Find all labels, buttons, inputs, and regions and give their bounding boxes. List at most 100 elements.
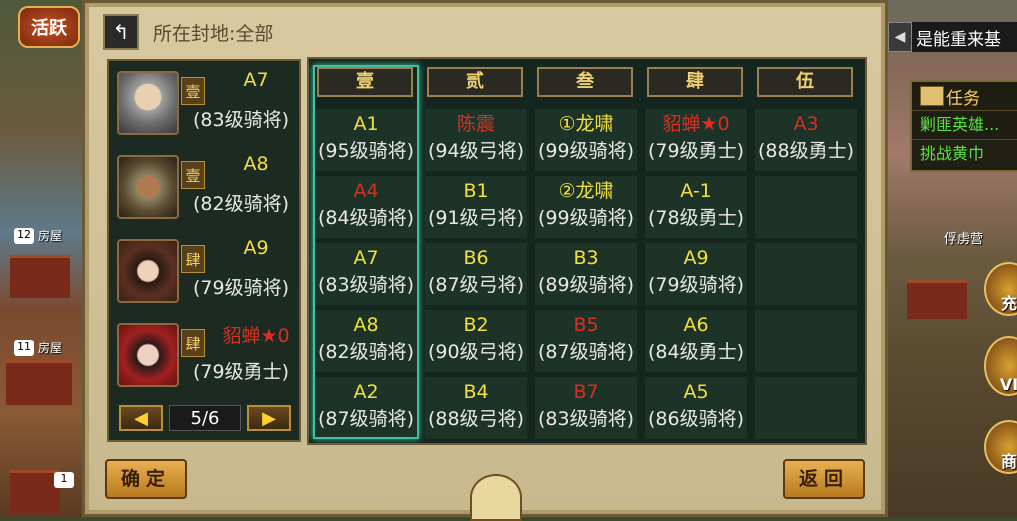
- prev-page-button[interactable]: ◀: [119, 405, 163, 431]
- general-name: 貂蝉★0: [222, 325, 290, 347]
- slot-general-name: [755, 245, 857, 271]
- column-header[interactable]: 叁: [537, 67, 633, 97]
- general-item[interactable]: 肆 貂蝉★0 (79级勇士): [115, 323, 301, 403]
- formation-slot[interactable]: B1 (91级弓将): [425, 176, 527, 238]
- general-list: 壹 A7 (83级骑将) 壹 A8 (82级骑将) 肆 A9 (79级骑将) 肆…: [107, 59, 301, 442]
- formation-slot[interactable]: A-1 (78级勇士): [645, 176, 747, 238]
- activity-button[interactable]: 活跃: [18, 6, 80, 48]
- back-button[interactable]: 返回: [783, 459, 865, 499]
- column-header[interactable]: 贰: [427, 67, 523, 97]
- confirm-button[interactable]: 确定: [105, 459, 187, 499]
- house-label: 房屋: [38, 229, 63, 243]
- marquee-bar[interactable]: ◀ 是能重来基: [888, 22, 1017, 52]
- formation-slot[interactable]: [755, 243, 857, 305]
- formation-slot[interactable]: A4 (84级骑将): [315, 176, 417, 238]
- game-scene-left: [0, 0, 82, 517]
- formation-slot[interactable]: A9 (79级骑将): [645, 243, 747, 305]
- pager: ◀ 5/6 ▶: [119, 403, 291, 433]
- formation-slot[interactable]: [755, 176, 857, 238]
- slot-general-name: B6: [463, 247, 489, 269]
- prison-camp-label[interactable]: 俘虏营: [944, 228, 983, 247]
- slot-general-info: (88级弓将): [427, 408, 524, 430]
- fief-filter-label: 所在封地:全部: [153, 22, 274, 45]
- slot-general-info: [755, 204, 857, 232]
- formation-slot[interactable]: B6 (87级弓将): [425, 243, 527, 305]
- slot-general-name: A2: [353, 381, 379, 403]
- general-portrait: [117, 239, 179, 303]
- slot-general-info: [755, 271, 857, 299]
- formation-slot[interactable]: B5 (87级骑将): [535, 310, 637, 372]
- formation-slot[interactable]: ②龙啸 (99级骑将): [535, 176, 637, 238]
- general-item[interactable]: 壹 A7 (83级骑将): [115, 69, 301, 151]
- formation-slot[interactable]: ①龙啸 (99级骑将): [535, 109, 637, 171]
- formation-slot[interactable]: B7 (83级骑将): [535, 377, 637, 439]
- column-header[interactable]: 伍: [757, 67, 853, 97]
- slot-general-name: ②龙啸: [558, 180, 614, 202]
- slot-general-name: A9: [683, 247, 709, 269]
- slot-general-name: A1: [353, 113, 379, 135]
- slot-general-name: B1: [463, 180, 489, 202]
- formation-slot[interactable]: [755, 310, 857, 372]
- task-item[interactable]: 剿匪英雄...: [912, 110, 1017, 139]
- slot-general-info: (84级骑将): [317, 207, 414, 229]
- house-roof: [907, 280, 967, 319]
- rank-badge: 壹: [181, 161, 205, 189]
- next-page-button[interactable]: ▶: [247, 405, 291, 431]
- slot-general-info: (99级骑将): [537, 140, 634, 162]
- general-name: A9: [243, 237, 269, 259]
- slot-general-name: [755, 379, 857, 405]
- formation-slot[interactable]: [755, 377, 857, 439]
- slot-general-info: [755, 338, 857, 366]
- formation-slot[interactable]: 貂蝉★0 (79级勇士): [645, 109, 747, 171]
- formation-slot[interactable]: B4 (88级弓将): [425, 377, 527, 439]
- task-item[interactable]: 挑战黄巾: [912, 139, 1017, 168]
- formation-slot[interactable]: A5 (86级骑将): [645, 377, 747, 439]
- chevron-left-icon[interactable]: ◀: [888, 22, 912, 52]
- slot-general-info: (87级弓将): [427, 274, 524, 296]
- triangle-right-icon: ▶: [262, 407, 276, 429]
- rank-badge: 壹: [181, 77, 205, 105]
- slot-general-name: A3: [793, 113, 819, 135]
- formation-slot[interactable]: B3 (89级骑将): [535, 243, 637, 305]
- general-portrait: [117, 155, 179, 219]
- formation-slot[interactable]: A2 (87级骑将): [315, 377, 417, 439]
- column-header[interactable]: 肆: [647, 67, 743, 97]
- slot-general-info: (94级弓将): [427, 140, 524, 162]
- slot-general-name: A4: [353, 180, 379, 202]
- page-indicator: 5/6: [169, 405, 241, 431]
- slot-general-info: [755, 405, 857, 433]
- formation-slot[interactable]: B2 (90级弓将): [425, 310, 527, 372]
- slot-general-name: B2: [463, 314, 489, 336]
- slot-general-name: A8: [353, 314, 379, 336]
- rank-badge: 肆: [181, 245, 205, 273]
- slot-general-name: A-1: [680, 180, 712, 202]
- formation-slot[interactable]: A8 (82级骑将): [315, 310, 417, 372]
- task-panel[interactable]: 任务 剿匪英雄... 挑战黄巾: [910, 80, 1017, 172]
- general-info: (79级勇士): [193, 361, 290, 383]
- formation-slot[interactable]: A7 (83级骑将): [315, 243, 417, 305]
- back-arrow-icon[interactable]: ↰: [103, 14, 139, 50]
- dialog-header: ↰ 所在封地:全部: [103, 14, 274, 50]
- slot-general-name: B7: [573, 381, 599, 403]
- column-header[interactable]: 壹: [317, 67, 413, 97]
- slot-general-info: (90级弓将): [427, 341, 524, 363]
- slot-general-info: (79级骑将): [647, 274, 744, 296]
- formation-slot[interactable]: A3 (88级勇士): [755, 109, 857, 171]
- general-portrait: [117, 71, 179, 135]
- slot-general-info: (95级骑将): [317, 140, 414, 162]
- formation-slot[interactable]: A6 (84级勇士): [645, 310, 747, 372]
- general-item[interactable]: 肆 A9 (79级骑将): [115, 237, 301, 319]
- slot-general-name: A7: [353, 247, 379, 269]
- formation-slot[interactable]: A1 (95级骑将): [315, 109, 417, 171]
- slot-general-info: (82级骑将): [317, 341, 414, 363]
- general-info: (79级骑将): [193, 277, 290, 299]
- house-roof: [10, 470, 60, 513]
- slot-general-name: ①龙啸: [558, 113, 614, 135]
- mascot-icon: [470, 474, 522, 521]
- formation-slot[interactable]: 陈震 (94级弓将): [425, 109, 527, 171]
- general-item[interactable]: 壹 A8 (82级骑将): [115, 153, 301, 235]
- scroll-icon: [920, 86, 944, 106]
- slot-general-name: 貂蝉★0: [662, 113, 730, 135]
- house-count: 11: [14, 340, 34, 356]
- slot-general-info: (83级骑将): [317, 274, 414, 296]
